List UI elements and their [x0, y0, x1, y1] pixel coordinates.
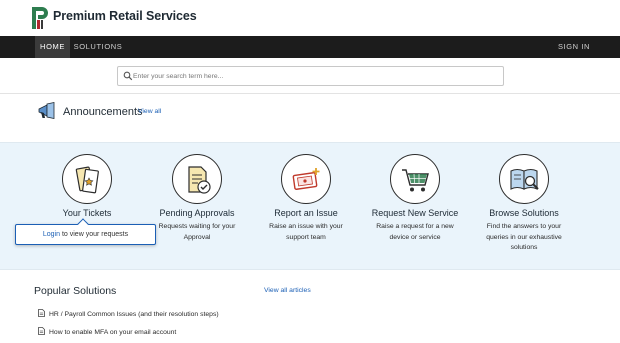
tile-description: Requests waiting for your Approval: [158, 223, 236, 241]
announcements-title: Announcements: [63, 106, 143, 118]
search-box: [117, 66, 504, 86]
tile-report-issue[interactable]: Report an Issue Raise an issue with your…: [246, 154, 366, 243]
view-all-articles-link[interactable]: View all articles: [264, 287, 311, 294]
issue-ticket-icon[interactable]: [281, 154, 331, 204]
login-tooltip: Login to view your requests: [15, 218, 156, 245]
megaphone-icon: [38, 102, 55, 119]
tile-title: Report an Issue: [274, 208, 338, 218]
tooltip-text: to view your requests: [61, 231, 129, 238]
solution-title: HR / Payroll Common Issues (and their re…: [49, 311, 219, 318]
divider: [0, 93, 620, 94]
popular-solutions-title: Popular Solutions: [34, 285, 117, 297]
tickets-icon[interactable]: [62, 154, 112, 204]
solution-list-item[interactable]: HR / Payroll Common Issues (and their re…: [38, 309, 219, 318]
main-nav: HOME SOLUTIONS SIGN IN: [0, 36, 620, 58]
document-icon: [38, 327, 45, 335]
tile-description: Find the answers to your queries in our …: [486, 223, 562, 251]
approval-document-icon[interactable]: [172, 154, 222, 204]
tile-title: Request New Service: [371, 208, 459, 218]
book-search-icon[interactable]: [499, 154, 549, 204]
tile-title: Browse Solutions: [489, 208, 559, 218]
search-input[interactable]: [133, 68, 493, 84]
brand-name: Premium Retail Services: [53, 9, 197, 23]
shopping-cart-icon[interactable]: [390, 154, 440, 204]
tile-request-new-service[interactable]: Request New Service Raise a request for …: [355, 154, 475, 243]
solution-title: How to enable MFA on your email account: [49, 329, 177, 336]
tile-title: Your Tickets: [62, 208, 112, 218]
brand-bar: Premium Retail Services: [0, 0, 620, 36]
nav-solutions[interactable]: SOLUTIONS: [73, 36, 123, 58]
tile-title: Pending Approvals: [159, 208, 235, 218]
login-link[interactable]: Login: [43, 231, 60, 238]
tile-description: Raise a request for a new device or serv…: [376, 223, 454, 241]
nav-sign-in[interactable]: SIGN IN: [556, 36, 592, 58]
announcements-view-all-link[interactable]: View all: [138, 108, 161, 115]
company-logo[interactable]: [31, 6, 49, 30]
search-icon: [123, 71, 133, 81]
tile-browse-solutions[interactable]: Browse Solutions Find the answers to you…: [464, 154, 584, 254]
nav-home[interactable]: HOME: [35, 36, 70, 58]
document-icon: [38, 309, 45, 317]
solution-list-item[interactable]: How to enable MFA on your email account: [38, 327, 176, 336]
tile-description: Raise an issue with your support team: [269, 223, 343, 241]
tile-your-tickets[interactable]: Your Tickets: [27, 154, 147, 218]
